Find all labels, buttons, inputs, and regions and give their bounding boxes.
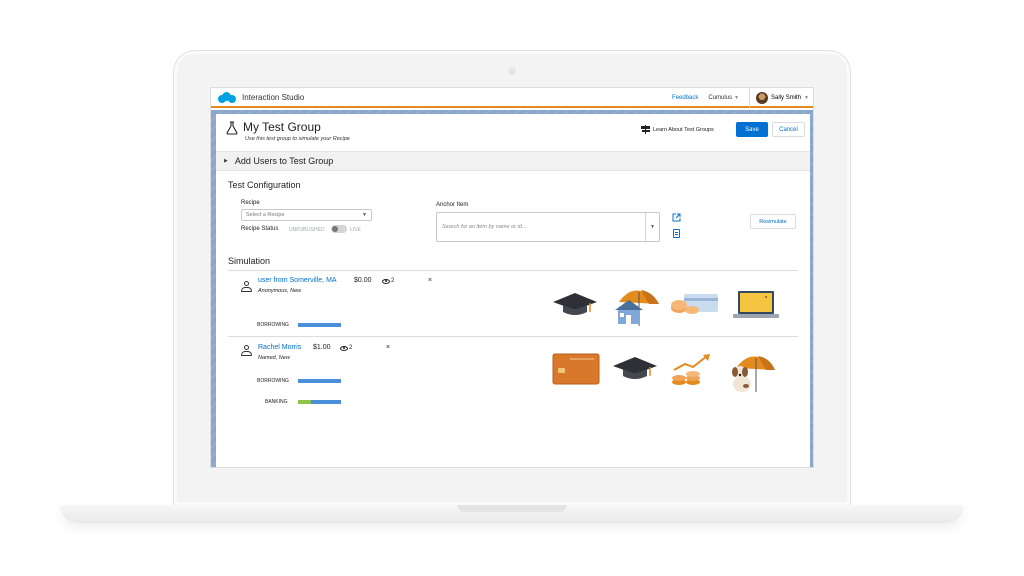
webcam <box>508 67 516 75</box>
recipe-status-toggle[interactable] <box>331 225 347 233</box>
laptop-icon <box>733 291 779 318</box>
house-umbrella-icon <box>615 290 659 326</box>
recipe-label: Recipe <box>241 200 260 206</box>
global-header: Interaction Studio Feedback Cumulus ▼ Sa… <box>211 88 813 108</box>
page-subtitle: Use this test group to simulate your Rec… <box>245 136 350 142</box>
user-type: Anonymous, New <box>258 288 302 294</box>
user-amount: $1.00 <box>313 344 331 351</box>
laptop-notch <box>457 505 567 512</box>
divider <box>228 270 798 271</box>
chevron-right-icon: ▶ <box>224 158 228 164</box>
graduation-cap-icon <box>613 357 657 379</box>
open-external-icon[interactable] <box>672 213 681 222</box>
feedback-link[interactable]: Feedback <box>672 95 698 101</box>
flask-icon <box>226 121 238 135</box>
account-label: Cumulus <box>708 95 733 101</box>
graduation-cap-icon <box>553 293 597 315</box>
add-users-label: Add Users to Test Group <box>234 156 334 166</box>
person-icon <box>241 345 252 357</box>
segment-bar <box>298 379 341 383</box>
status-live-label: LIVE <box>350 227 361 233</box>
account-dropdown[interactable]: Cumulus ▼ <box>708 95 739 101</box>
credit-card-icon <box>552 353 600 385</box>
remove-user-button[interactable]: × <box>386 344 390 351</box>
eye-icon <box>340 345 348 351</box>
recipe-status-label: Recipe Status <box>241 226 279 232</box>
person-icon <box>241 281 252 293</box>
chevron-down-icon: ▼ <box>734 95 740 101</box>
eye-icon <box>382 278 390 284</box>
page-header: My Test Group Use this test group to sim… <box>216 114 810 150</box>
page-title: My Test Group <box>243 120 321 134</box>
recipe-select[interactable]: Select a Recipe ▼ <box>241 209 372 221</box>
learn-label: Learn About Test Groups <box>653 126 714 133</box>
anchor-item-placeholder: Search for an item by name or id... <box>442 224 527 230</box>
main-content: My Test Group Use this test group to sim… <box>216 114 810 467</box>
coins-card-icon <box>671 294 718 314</box>
user-name-link[interactable]: user from Somerville, MA <box>258 277 337 284</box>
user-type: Named, New <box>258 355 290 361</box>
segment-bar <box>298 323 341 327</box>
user-views: 2 <box>340 345 352 351</box>
learn-about-test-groups-link[interactable]: Learn About Test Groups <box>641 125 714 134</box>
segment-label: BORROWING <box>257 378 289 384</box>
chevron-down-icon: ▼ <box>804 95 809 101</box>
document-icon[interactable] <box>673 229 680 238</box>
user-name: Sally Smith <box>771 95 802 101</box>
dog-umbrella-icon <box>732 356 775 392</box>
resimulate-button[interactable]: Resimulate <box>750 214 796 229</box>
anchor-item-search[interactable]: Search for an item by name or id... ▼ <box>436 212 660 242</box>
user-menu[interactable]: Sally Smith ▼ <box>749 88 809 108</box>
app-frame: My Test Group Use this test group to sim… <box>211 110 813 467</box>
status-unpublished-label: UNPUBLISHED <box>289 227 325 233</box>
avatar <box>756 92 769 104</box>
anchor-item-label: Anchor Item <box>436 202 469 208</box>
growth-coins-icon <box>672 354 710 385</box>
segment-bar <box>298 400 341 404</box>
segment-label: BORROWING <box>257 322 289 328</box>
signpost-icon <box>641 125 650 134</box>
chevron-down-icon: ▼ <box>362 212 367 218</box>
add-users-section-toggle[interactable]: ▶ Add Users to Test Group <box>216 151 810 171</box>
divider <box>228 336 798 337</box>
recipe-placeholder: Select a Recipe <box>246 212 285 218</box>
app-window: Interaction Studio Feedback Cumulus ▼ Sa… <box>210 87 814 468</box>
chevron-down-icon[interactable]: ▼ <box>650 224 655 230</box>
simulation-heading: Simulation <box>228 256 271 266</box>
remove-user-button[interactable]: × <box>428 277 432 284</box>
cancel-button[interactable]: Cancel <box>772 122 805 137</box>
user-name-link[interactable]: Rachel Morris <box>258 344 301 351</box>
laptop-mockup: Interaction Studio Feedback Cumulus ▼ Sa… <box>0 0 1024 576</box>
user-amount: $0.00 <box>354 277 372 284</box>
segment-label: BANKING <box>265 399 288 405</box>
test-configuration-heading: Test Configuration <box>228 180 301 190</box>
salesforce-cloud-logo[interactable] <box>218 91 236 103</box>
user-views: 2 <box>382 278 394 284</box>
app-name: Interaction Studio <box>242 92 305 102</box>
divider <box>645 213 646 241</box>
save-button[interactable]: Save <box>736 122 768 137</box>
